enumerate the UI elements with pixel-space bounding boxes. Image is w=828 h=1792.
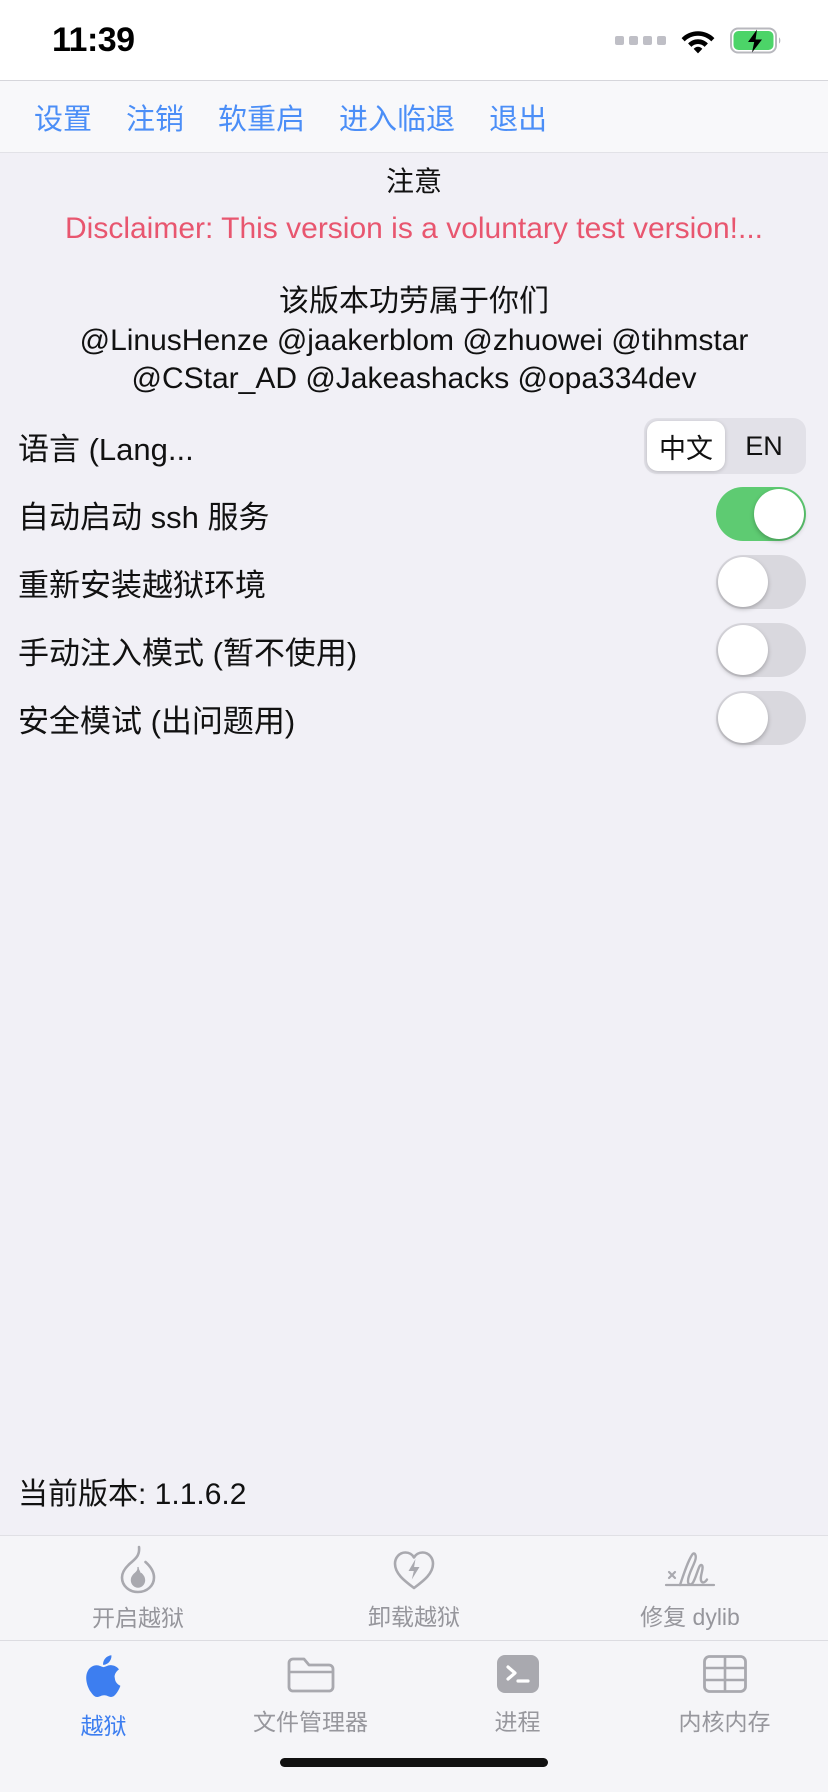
tab-kernel-memory-label: 内核内存 xyxy=(678,1709,771,1735)
main-content: 注意 Disclaimer: This version is a volunta… xyxy=(0,153,828,1535)
home-indicator-area xyxy=(0,1758,828,1792)
toggle-knob xyxy=(754,489,804,540)
version-text: 当前版本: 1.1.6.2 xyxy=(18,1478,247,1511)
tab-jailbreak-label: 越狱 xyxy=(80,1713,127,1739)
auto-start-ssh-label: 自动启动 ssh 服务 xyxy=(18,499,270,535)
status-bar: 11:39 xyxy=(0,0,828,80)
language-row-label: 语言 (Lang... xyxy=(18,431,194,467)
safe-mode-toggle[interactable] xyxy=(716,691,806,746)
signal-dots-icon xyxy=(615,35,666,45)
uninstall-jailbreak-action[interactable]: 卸载越狱 xyxy=(276,1545,552,1632)
settings-row-auto-start-ssh: 自动启动 ssh 服务 xyxy=(0,480,828,548)
apple-icon xyxy=(85,1655,120,1698)
start-jailbreak-label: 开启越狱 xyxy=(92,1604,184,1631)
safe-mode-label: 安全模试 (出问题用) xyxy=(18,703,296,739)
language-option-english[interactable]: EN xyxy=(725,421,803,471)
logout-button[interactable]: 注销 xyxy=(126,96,184,138)
tab-kernel-memory[interactable]: 内核内存 xyxy=(621,1651,828,1737)
grid-icon xyxy=(702,1655,747,1693)
language-option-chinese[interactable]: 中文 xyxy=(647,421,725,472)
credits-line-1: @LinusHenze @jaakerblom @zhuowei @tihmst… xyxy=(79,323,749,357)
credits-line-2: @CStar_AD @Jakeashacks @opa334dev xyxy=(131,362,697,396)
tab-bar: 越狱 文件管理器 进程 内核内存 xyxy=(0,1640,828,1758)
notice-title: 注意 xyxy=(385,166,442,197)
battery-charging-icon xyxy=(730,27,781,53)
auto-start-ssh-toggle[interactable] xyxy=(716,487,806,542)
toggle-knob xyxy=(718,557,768,608)
tab-file-manager[interactable]: 文件管理器 xyxy=(207,1651,414,1737)
settings-list: 语言 (Lang... 中文 EN 自动启动 ssh 服务 重新安装越狱环境 手… xyxy=(0,398,828,752)
tab-processes[interactable]: 进程 xyxy=(414,1651,621,1737)
reinstall-jailbreak-env-label: 重新安装越狱环境 xyxy=(18,567,266,603)
exit-button[interactable]: 退出 xyxy=(489,96,547,138)
repair-dylib-label: 修复 dylib xyxy=(640,1603,740,1630)
action-button-row: 开启越狱 卸载越狱 修复 dylib xyxy=(0,1535,828,1640)
flame-icon xyxy=(120,1545,156,1593)
status-time: 11:39 xyxy=(52,20,135,59)
settings-button[interactable]: 设置 xyxy=(34,96,92,138)
settings-row-language: 语言 (Lang... 中文 EN xyxy=(0,412,828,480)
settings-row-manual-inject-mode: 手动注入模式 (暂不使用) xyxy=(0,616,828,684)
top-action-bar: 设置 注销 软重启 进入临退 退出 xyxy=(0,80,828,153)
start-jailbreak-action[interactable]: 开启越狱 xyxy=(0,1544,276,1633)
app-screen: 11:39 设置 注销 软重启 进入临退 退出 注意 Disclaimer: T… xyxy=(0,0,828,1792)
manual-inject-mode-toggle[interactable] xyxy=(716,623,806,678)
language-segmented-control[interactable]: 中文 EN xyxy=(644,418,806,475)
uninstall-jailbreak-label: 卸载越狱 xyxy=(368,1603,460,1630)
credits-block: 该版本功劳属于你们 @LinusHenze @jaakerblom @zhuow… xyxy=(0,249,828,398)
folder-icon xyxy=(287,1657,334,1693)
heart-bolt-icon xyxy=(393,1550,435,1589)
home-indicator[interactable] xyxy=(280,1758,548,1767)
terminal-icon xyxy=(496,1655,539,1693)
credits-title: 该版本功劳属于你们 xyxy=(279,285,549,319)
disclaimer-text: Disclaimer: This version is a voluntary … xyxy=(64,211,763,245)
reinstall-jailbreak-env-toggle[interactable] xyxy=(716,555,806,610)
wifi-icon xyxy=(681,30,715,53)
toggle-knob xyxy=(718,693,768,744)
soft-restart-button[interactable]: 软重启 xyxy=(218,96,305,138)
settings-row-reinstall-jailbreak-env: 重新安装越狱环境 xyxy=(0,548,828,616)
status-icons xyxy=(615,27,782,54)
tab-jailbreak[interactable]: 越狱 xyxy=(0,1651,207,1741)
manual-inject-mode-label: 手动注入模式 (暂不使用) xyxy=(18,635,358,671)
repair-dylib-action[interactable]: 修复 dylib xyxy=(552,1545,828,1632)
tab-file-manager-label: 文件管理器 xyxy=(253,1709,368,1735)
toggle-knob xyxy=(718,625,768,676)
enter-temp-exit-button[interactable]: 进入临退 xyxy=(339,96,455,138)
tab-processes-label: 进程 xyxy=(494,1709,541,1735)
signature-icon xyxy=(664,1551,716,1586)
settings-row-safe-mode: 安全模试 (出问题用) xyxy=(0,684,828,752)
